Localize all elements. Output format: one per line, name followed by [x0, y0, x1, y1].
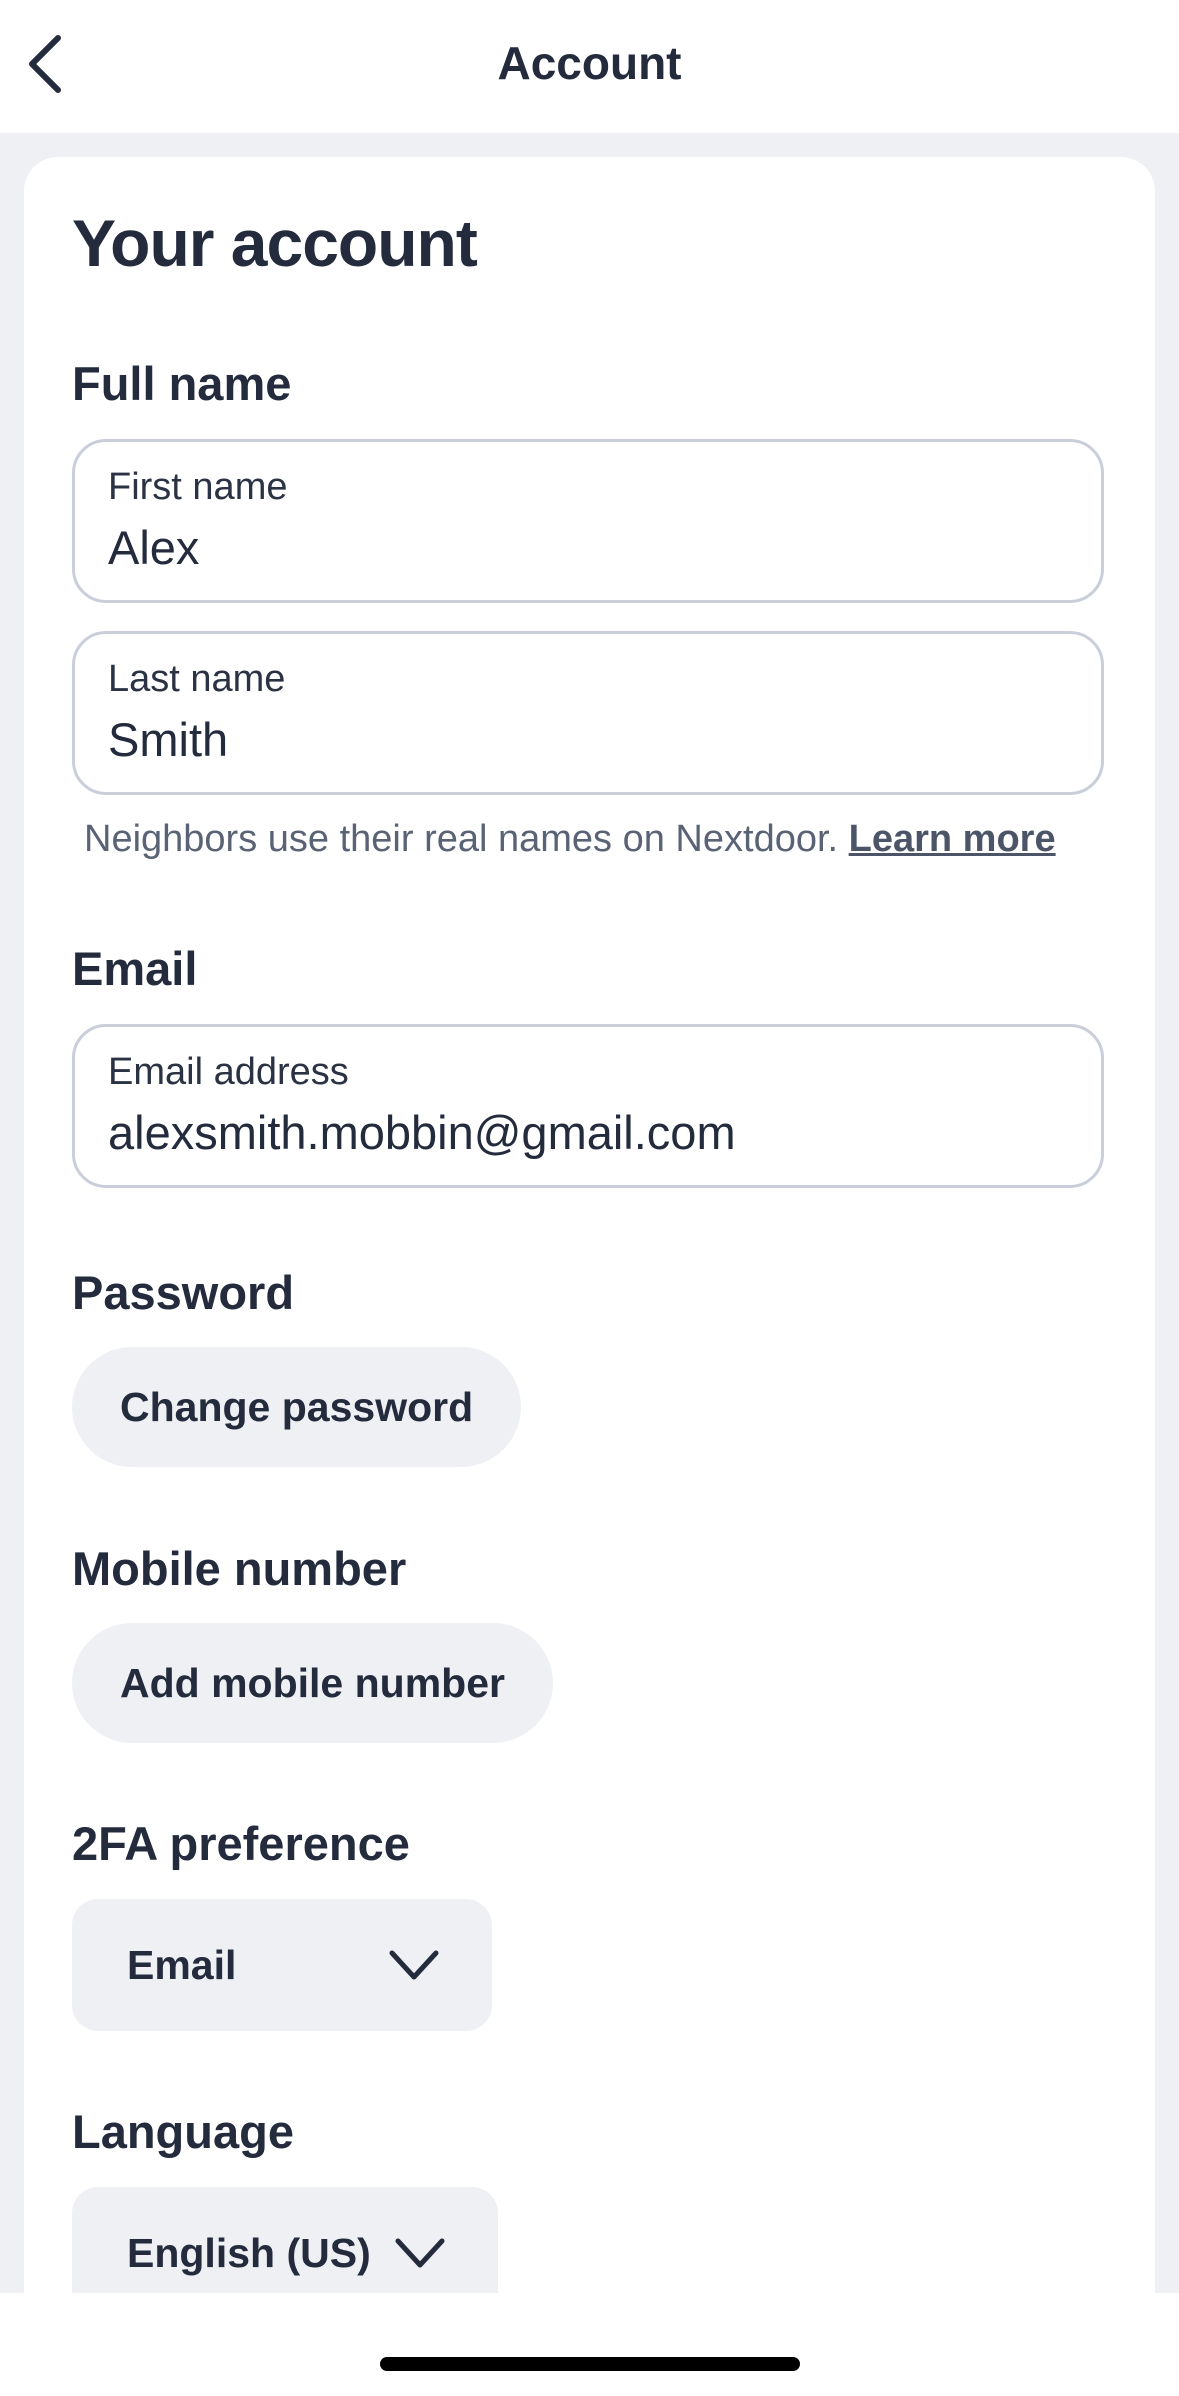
real-name-helper: Neighbors use their real names on Nextdo…: [84, 818, 1056, 861]
email-section-label: Email: [72, 942, 198, 995]
email-field[interactable]: Email address alexsmith.mobbin@gmail.com: [72, 1024, 1104, 1188]
last-name-field[interactable]: Last name Smith: [72, 631, 1104, 795]
full-name-label: Full name: [72, 357, 292, 410]
last-name-value: Smith: [108, 713, 229, 766]
first-name-field[interactable]: First name Alex: [72, 439, 1104, 603]
top-nav-bar: Account: [0, 0, 1179, 133]
home-indicator[interactable]: [380, 2357, 800, 2371]
mobile-section-label: Mobile number: [72, 1542, 407, 1595]
language-section-label: Language: [72, 2105, 294, 2158]
last-name-field-label: Last name: [108, 658, 286, 700]
chevron-down-icon: [394, 2237, 446, 2269]
password-section-label: Password: [72, 1266, 295, 1319]
language-selected-value: English (US): [127, 2229, 371, 2276]
add-mobile-number-button[interactable]: Add mobile number: [72, 1623, 553, 1743]
learn-more-link[interactable]: Learn more: [849, 818, 1056, 860]
email-field-label: Email address: [108, 1051, 349, 1093]
change-password-button[interactable]: Change password: [72, 1347, 522, 1467]
twofa-selected-value: Email: [127, 1941, 237, 1988]
twofa-section-label: 2FA preference: [72, 1817, 410, 1870]
page-title: Account: [497, 37, 682, 89]
email-value: alexsmith.mobbin@gmail.com: [108, 1106, 736, 1159]
chevron-down-icon: [388, 1949, 440, 1981]
first-name-value: Alex: [108, 521, 200, 574]
bottom-safe-area: [0, 2293, 1179, 2396]
first-name-field-label: First name: [108, 466, 288, 508]
card-title: Your account: [72, 206, 478, 280]
helper-text: Neighbors use their real names on Nextdo…: [84, 818, 849, 860]
account-card: Your account Full name First name Alex L…: [24, 157, 1155, 2319]
twofa-select[interactable]: Email: [72, 1899, 492, 2031]
